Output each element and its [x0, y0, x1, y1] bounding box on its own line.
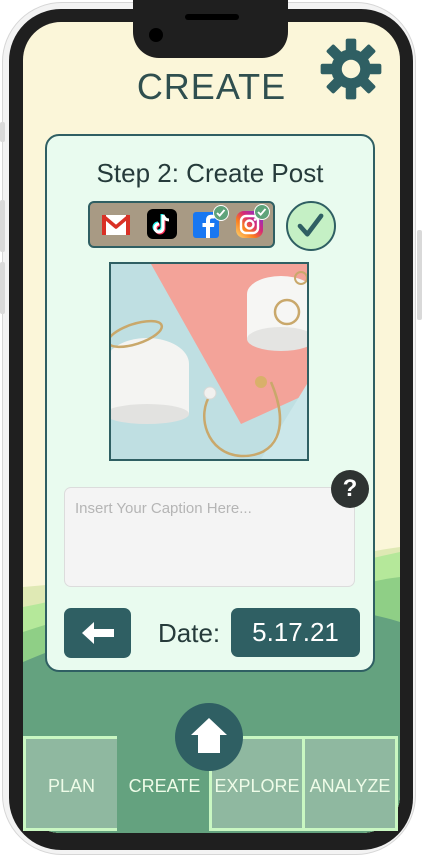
caption-input[interactable] — [64, 487, 355, 587]
tab-plan[interactable]: PLAN — [23, 736, 120, 831]
gmail-icon[interactable] — [100, 208, 132, 240]
arrow-left-icon — [82, 622, 114, 644]
phone-notch — [133, 0, 288, 58]
checkmark-icon — [297, 213, 324, 237]
date-field[interactable]: 5.17.21 — [231, 608, 360, 657]
help-button[interactable]: ? — [331, 470, 369, 508]
facebook-selected-check-icon — [213, 205, 229, 221]
phone-volume-up — [0, 200, 5, 252]
phone-volume-down — [0, 262, 5, 314]
confirm-platforms-button[interactable] — [286, 201, 336, 251]
settings-gear-icon[interactable] — [318, 36, 384, 102]
post-image[interactable] — [109, 262, 309, 461]
step-title: Step 2: Create Post — [96, 158, 324, 188]
phone-power-button — [417, 230, 422, 320]
front-camera — [149, 28, 163, 42]
back-button[interactable] — [64, 608, 131, 658]
date-label: Date: — [158, 618, 221, 648]
tab-analyze[interactable]: ANALYZE — [302, 736, 398, 831]
tiktok-icon[interactable] — [146, 208, 178, 240]
phone-side-button — [0, 122, 5, 142]
home-icon — [191, 718, 227, 753]
speaker-grille — [185, 14, 239, 20]
instagram-selected-check-icon — [254, 204, 270, 220]
home-button[interactable] — [175, 703, 243, 771]
